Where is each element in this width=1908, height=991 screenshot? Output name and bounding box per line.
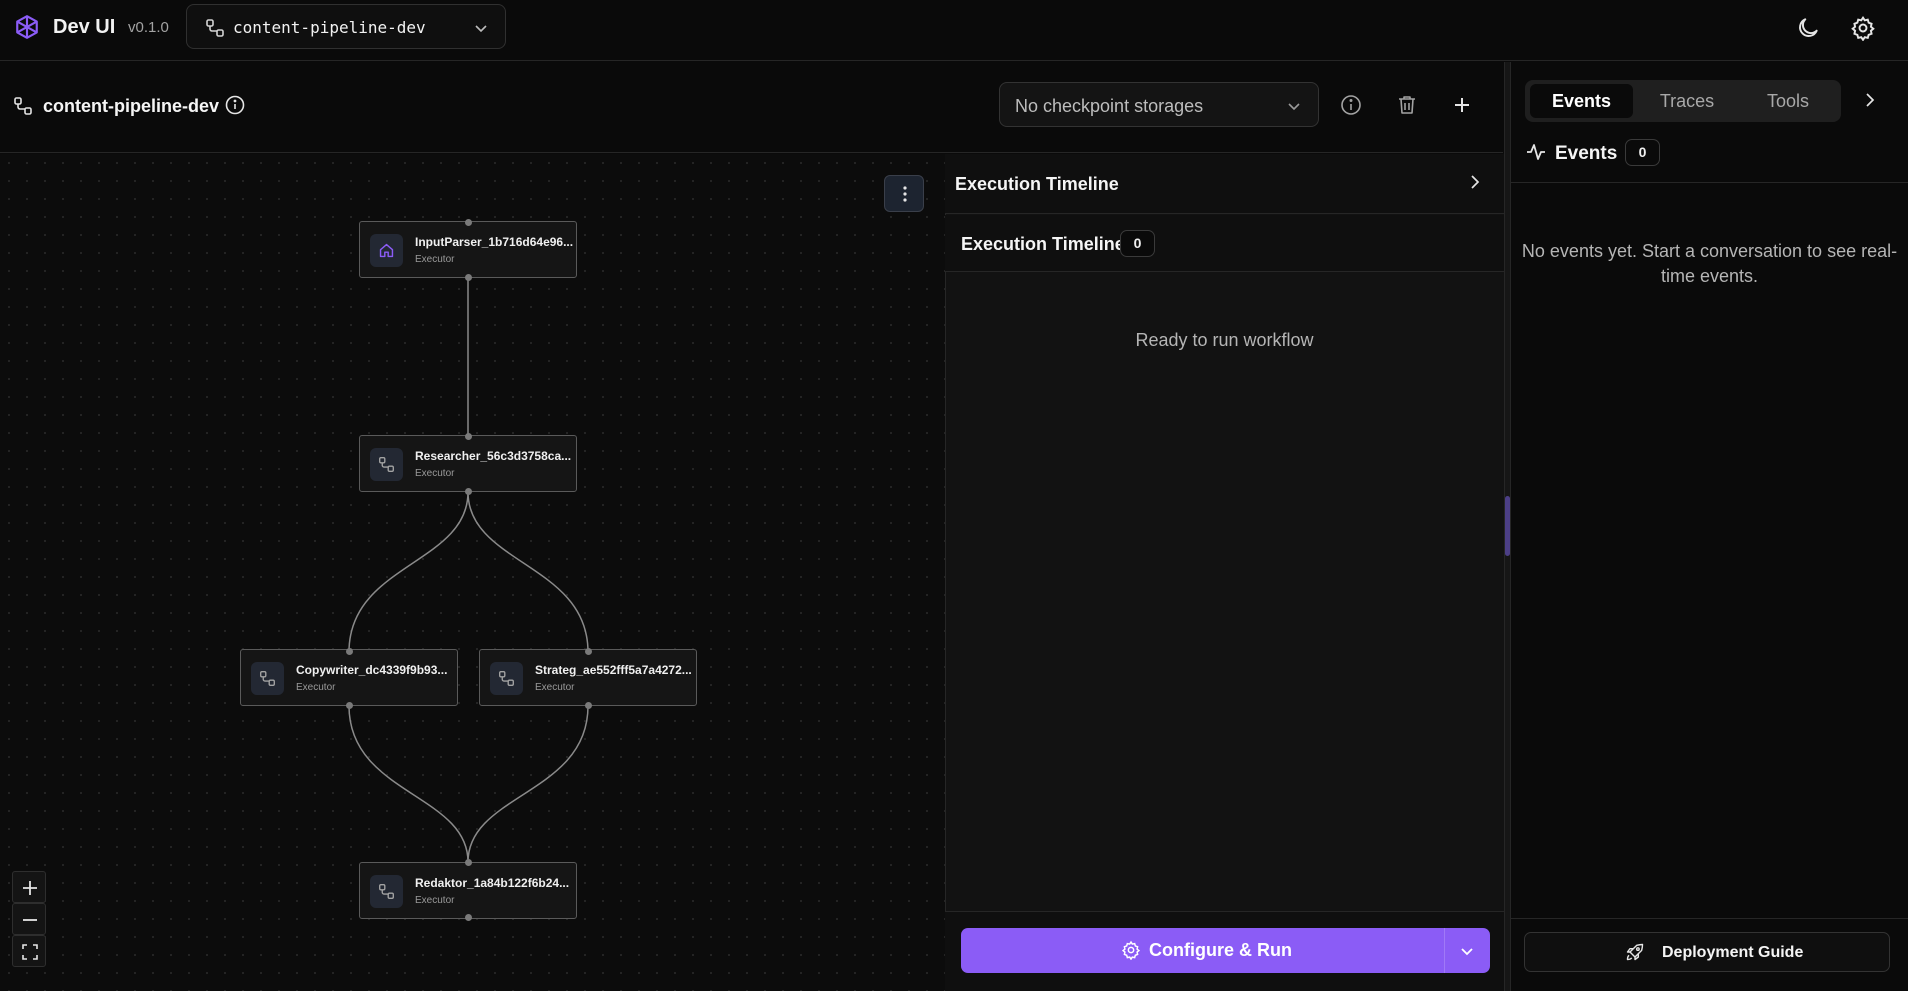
node-type: Executor	[415, 468, 455, 479]
node-name: Redaktor_1a84b122f6b24...	[415, 876, 570, 890]
node-name: InputParser_1b716d64e96...	[415, 235, 574, 249]
graph-node[interactable]: InputParser_1b716d64e96... Executor	[359, 221, 577, 278]
node-handle[interactable]	[346, 648, 353, 655]
chevron-right-icon[interactable]	[1860, 90, 1880, 110]
node-type: Executor	[535, 682, 575, 693]
timeline-title: Execution Timeline	[961, 234, 1125, 254]
configure-run-label: Configure & Run	[1149, 940, 1292, 960]
node-name: Strateg_ae552fff5a7a4272...	[535, 663, 692, 677]
gear-icon	[1121, 940, 1141, 960]
plus-icon[interactable]	[1450, 93, 1474, 117]
entity-selector-value: content-pipeline-dev	[233, 18, 426, 37]
app-name: Dev UI	[53, 16, 116, 38]
events-count-badge: 0	[1625, 139, 1660, 166]
checkpoint-storage-value: No checkpoint storages	[1015, 96, 1204, 116]
node-handle[interactable]	[465, 859, 472, 866]
home-icon	[370, 234, 403, 267]
workflow-icon	[14, 97, 32, 115]
node-handle[interactable]	[585, 648, 592, 655]
workflow-icon	[206, 19, 224, 37]
timeline-empty-state: Ready to run workflow	[1135, 330, 1314, 350]
events-empty-state: No events yet. Start a conversation to s…	[1521, 241, 1898, 286]
info-icon[interactable]	[224, 94, 246, 116]
node-name: Researcher_56c3d3758ca...	[415, 449, 572, 463]
edge-strateg-to-redaktor	[467, 705, 589, 863]
node-handle[interactable]	[585, 702, 592, 709]
workflow-icon	[370, 875, 403, 908]
debug-panel	[1511, 62, 1908, 991]
canvas-menu-button[interactable]	[884, 175, 924, 212]
divider	[1511, 918, 1908, 919]
checkpoint-info-icon[interactable]	[1339, 93, 1363, 117]
node-name: Copywriter_dc4339f9b93...	[296, 663, 448, 677]
debug-tabs: Events Traces Tools	[1525, 80, 1841, 122]
trash-icon[interactable]	[1395, 93, 1419, 117]
settings-gear-icon[interactable]	[1850, 15, 1876, 41]
edge-copywriter-to-redaktor	[348, 705, 469, 863]
node-type: Executor	[415, 254, 455, 265]
checkpoint-storage-select[interactable]: No checkpoint storages	[999, 82, 1319, 127]
deployment-guide-button[interactable]: Deployment Guide	[1524, 932, 1890, 972]
workflow-title: content-pipeline-dev	[43, 96, 220, 116]
workflow-icon	[251, 662, 284, 695]
execution-timeline-panel	[945, 154, 1504, 991]
edge-researcher-to-copywriter	[348, 491, 469, 653]
entity-selector[interactable]: content-pipeline-dev	[186, 4, 506, 49]
fit-view-icon	[22, 944, 38, 960]
divider	[1511, 182, 1908, 183]
tab-events[interactable]: Events	[1530, 84, 1633, 118]
node-handle[interactable]	[465, 914, 472, 921]
edge-researcher-to-strateg	[467, 491, 589, 653]
node-handle[interactable]	[465, 488, 472, 495]
more-vertical-icon	[903, 186, 907, 202]
graph-node[interactable]: Copywriter_dc4339f9b93... Executor	[240, 649, 458, 706]
button-divider	[1444, 928, 1445, 973]
events-title: Events	[1555, 143, 1618, 164]
fit-view-button[interactable]	[12, 935, 46, 967]
minus-icon	[23, 919, 37, 921]
graph-node[interactable]: Researcher_56c3d3758ca... Executor	[359, 435, 577, 492]
timeline-count-badge: 0	[1120, 230, 1155, 257]
node-handle[interactable]	[465, 219, 472, 226]
timeline-header-title: Execution Timeline	[955, 174, 1119, 194]
zoom-in-button[interactable]	[12, 871, 46, 903]
resize-handle[interactable]	[1505, 496, 1510, 556]
app-version: v0.1.0	[128, 19, 169, 36]
logo-icon	[16, 15, 38, 39]
rocket-icon	[1626, 943, 1644, 961]
node-handle[interactable]	[346, 702, 353, 709]
graph-node[interactable]: Redaktor_1a84b122f6b24... Executor	[359, 862, 577, 919]
zoom-out-button[interactable]	[12, 903, 46, 935]
graph-node[interactable]: Strateg_ae552fff5a7a4272... Executor	[479, 649, 697, 706]
workflow-icon	[370, 448, 403, 481]
chevron-down-icon	[1288, 103, 1300, 111]
node-handle[interactable]	[465, 433, 472, 440]
workflow-icon	[490, 662, 523, 695]
chevron-down-icon[interactable]	[1458, 942, 1476, 960]
node-type: Executor	[415, 895, 455, 906]
plus-icon	[23, 881, 37, 895]
node-type: Executor	[296, 682, 336, 693]
tab-traces[interactable]: Traces	[1637, 84, 1737, 118]
chevron-down-icon	[475, 25, 487, 33]
chevron-right-icon[interactable]	[1465, 172, 1485, 192]
configure-run-button[interactable]: Configure & Run	[961, 928, 1490, 973]
node-handle[interactable]	[465, 274, 472, 281]
moon-icon[interactable]	[1795, 15, 1821, 41]
deployment-guide-label: Deployment Guide	[1662, 944, 1804, 961]
tab-tools[interactable]: Tools	[1740, 84, 1836, 118]
activity-icon	[1527, 144, 1545, 160]
